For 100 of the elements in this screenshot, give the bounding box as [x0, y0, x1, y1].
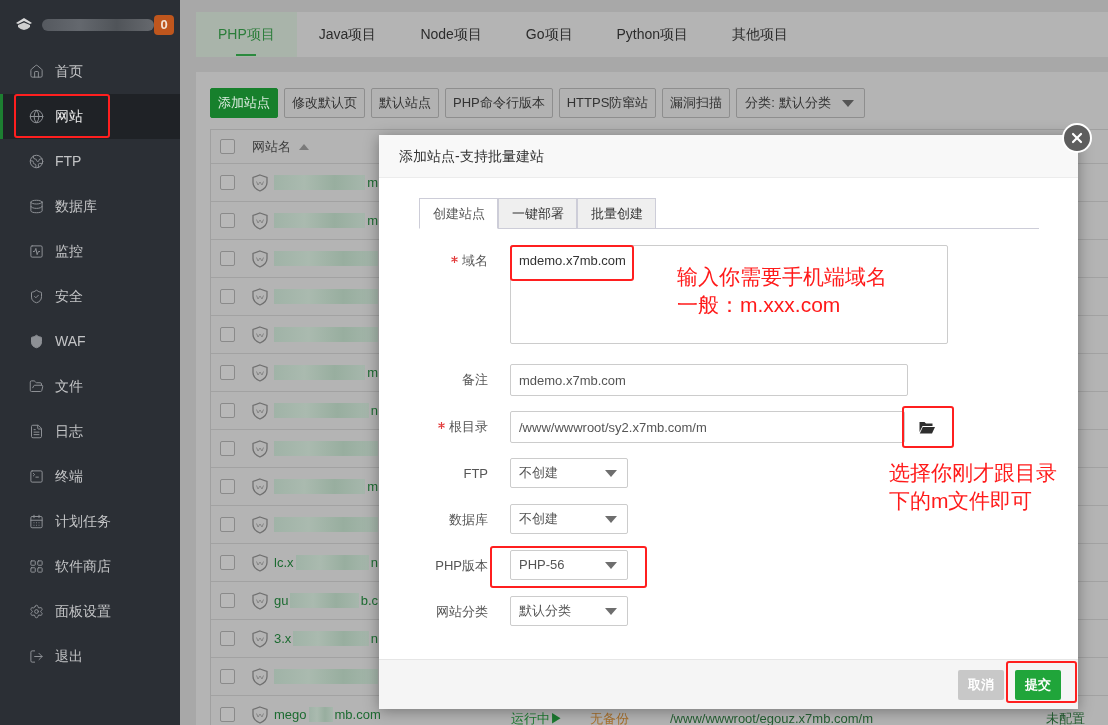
shield-icon [252, 363, 268, 382]
blurred-text-block [308, 707, 333, 722]
checkbox[interactable] [220, 365, 235, 380]
domain-textarea[interactable]: mdemo.x7mb.com 输入你需要手机端域名 一般：m.xxx.com [510, 245, 948, 344]
checkbox[interactable] [220, 213, 235, 228]
toolbar-button[interactable]: 漏洞扫描 [662, 88, 731, 118]
field-label: 网站分类 [436, 602, 488, 621]
checkbox[interactable] [220, 517, 235, 532]
document-icon [29, 424, 44, 439]
checkbox[interactable] [220, 631, 235, 646]
checkbox[interactable] [220, 289, 235, 304]
dialog-tab[interactable]: 批量创建 [577, 198, 656, 229]
blurred-text-block [290, 593, 359, 608]
logout-icon [29, 649, 44, 664]
home-icon [29, 64, 44, 79]
shield-icon [252, 439, 268, 458]
settings-icon [29, 604, 44, 619]
input-field[interactable]: mdemo.x7mb.com [510, 364, 908, 396]
dropdown-select[interactable]: PHP-56 [510, 550, 628, 580]
caret-icon [605, 469, 617, 477]
checkbox[interactable] [220, 139, 235, 154]
notification-badge: 0 [154, 14, 174, 35]
dropdown-select[interactable]: 不创建 [510, 504, 628, 534]
shield-icon [252, 629, 268, 648]
shield-icon [252, 173, 268, 192]
project-tab[interactable]: Node项目 [398, 12, 504, 57]
path-text[interactable]: /www/wwwroot/egouz.x7mb.com/m [670, 712, 873, 725]
dialog-title: 添加站点-支持批量建站 [399, 146, 544, 166]
sidebar-item[interactable]: FTP [0, 139, 180, 184]
sidebar-item[interactable]: 文件 [0, 364, 180, 409]
field-label: 数据库 [449, 510, 488, 529]
checkbox[interactable] [220, 175, 235, 190]
terminal-icon [29, 469, 44, 484]
shield-icon [252, 477, 268, 496]
toolbar-button[interactable]: 添加站点 [210, 88, 278, 118]
project-tab[interactable]: Java项目 [296, 12, 399, 57]
column-header[interactable]: 网站名 [252, 136, 291, 157]
checkbox[interactable] [220, 403, 235, 418]
sidebar-item[interactable]: 首页 [0, 49, 180, 94]
annotation-note: 选择你刚才跟目录 下的m文件即可 [889, 460, 1057, 514]
caret-icon [605, 607, 617, 615]
grid-icon [29, 559, 44, 574]
sidebar-item[interactable]: 终端 [0, 454, 180, 499]
dropdown-select[interactable]: 默认分类 [510, 596, 628, 626]
sidebar-item[interactable]: 计划任务 [0, 499, 180, 544]
shield-icon [252, 591, 268, 610]
close-icon [1069, 130, 1085, 146]
sidebar-item[interactable]: 数据库 [0, 184, 180, 229]
shield-icon [252, 667, 268, 686]
globe-icon [29, 109, 44, 124]
annotation-note: 输入你需要手机端域名 一般：m.xxx.com [677, 264, 887, 318]
sidebar-item[interactable]: 面板设置 [0, 589, 180, 634]
cell-text: 未配置 [1046, 712, 1085, 725]
sidebar-item[interactable]: 退出 [0, 634, 180, 679]
checkbox[interactable] [220, 593, 235, 608]
shield-icon [252, 325, 268, 344]
checkbox[interactable] [220, 251, 235, 266]
project-tab[interactable]: 其他项目 [710, 12, 811, 57]
folder-icon [918, 420, 935, 434]
path-input-field[interactable]: /www/wwwroot/sy2.x7mb.com/m [510, 411, 905, 443]
shield-icon [29, 334, 44, 349]
toolbar-button[interactable]: 默认站点 [371, 88, 439, 118]
project-tab[interactable]: Go项目 [503, 12, 595, 57]
project-tab[interactable]: Python项目 [594, 12, 711, 57]
dialog-tab[interactable]: 创建站点 [419, 198, 498, 229]
toolbar-button[interactable]: PHP命令行版本 [445, 88, 553, 118]
shield-icon [252, 553, 268, 572]
dropdown-select[interactable]: 不创建 [510, 458, 628, 488]
checkbox[interactable] [220, 669, 235, 684]
checkbox[interactable] [220, 479, 235, 494]
field-label: 根目录 [449, 417, 488, 436]
field-label: FTP [463, 464, 488, 483]
sidebar-item[interactable]: 安全 [0, 274, 180, 319]
sidebar-item[interactable]: WAF [0, 319, 180, 364]
calendar-icon [29, 514, 44, 529]
checkbox[interactable] [220, 555, 235, 570]
sidebar-item[interactable]: 监控 [0, 229, 180, 274]
caret-icon [605, 561, 617, 569]
shield-icon [252, 705, 268, 724]
sidebar-item[interactable]: 网站 [0, 94, 180, 139]
caret-icon [842, 99, 855, 107]
sidebar-item[interactable]: 软件商店 [0, 544, 180, 589]
toolbar-button[interactable]: HTTPS防窜站 [558, 88, 657, 118]
checkbox[interactable] [220, 327, 235, 342]
checkbox[interactable] [220, 707, 235, 722]
field-label: 备注 [462, 370, 488, 389]
shield-icon [252, 401, 268, 420]
category-select[interactable]: 分类: 默认分类 [736, 88, 866, 118]
caret-icon [605, 515, 617, 523]
shield-icon [252, 515, 268, 534]
shield-check-icon [29, 289, 44, 304]
logo-icon [15, 16, 33, 33]
globe-icon [29, 154, 44, 169]
toolbar-button[interactable]: 修改默认页 [284, 88, 365, 118]
sidebar-item[interactable]: 日志 [0, 409, 180, 454]
field-label: PHP版本 [435, 556, 488, 575]
checkbox[interactable] [220, 441, 235, 456]
database-icon [29, 199, 44, 214]
field-label: 域名 [462, 251, 488, 270]
dialog-tab[interactable]: 一键部署 [498, 198, 577, 229]
